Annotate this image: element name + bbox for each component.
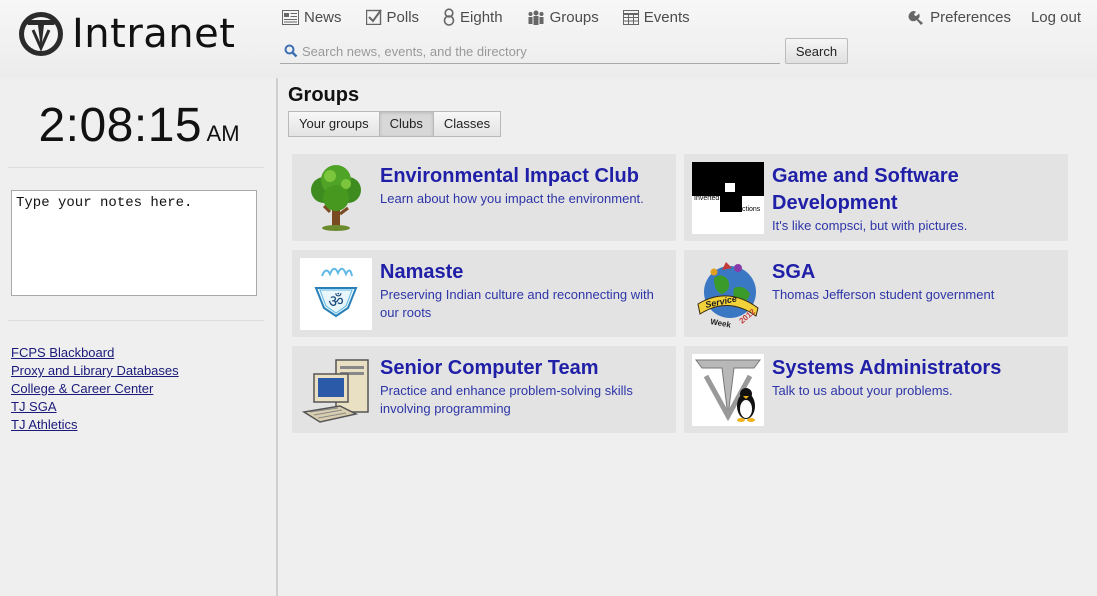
group-title[interactable]: Namaste [380, 259, 670, 286]
svg-text:ॐ: ॐ [328, 292, 344, 312]
logout-label: Log out [1030, 8, 1081, 26]
nav-polls[interactable]: Polls [365, 8, 420, 26]
groups-icon [528, 10, 544, 25]
tab-classes[interactable]: Classes [432, 111, 502, 137]
user-nav: Preferences Log out [888, 6, 1081, 28]
eighth-icon [443, 8, 455, 26]
sidebar-divider [8, 167, 264, 168]
group-card[interactable]: Systems Administrators Talk to us about … [684, 346, 1068, 433]
group-card[interactable]: Service Week 2012 SGA Thomas Jefferson s… [684, 250, 1068, 337]
search-bar [280, 40, 780, 64]
clock-time: 2:08:15 [38, 99, 203, 152]
group-image: Service Week 2012 [692, 258, 764, 330]
nav-groups[interactable]: Groups [527, 9, 599, 26]
group-title[interactable]: SGA [772, 259, 1062, 286]
wrench-icon [908, 10, 924, 25]
group-image [692, 354, 764, 426]
sidebar-divider [8, 320, 264, 321]
logo-text: Intranet [72, 11, 236, 57]
group-description: Talk to us about your problems. [772, 383, 953, 398]
tux-logo-icon [695, 359, 761, 422]
search-input[interactable] [280, 40, 780, 62]
group-image: Inverted roductions [692, 162, 764, 234]
clock: 2:08:15 AM [0, 98, 278, 153]
main-content: Groups Your groups Clubs Classes Environ… [280, 78, 1097, 596]
tab-clubs[interactable]: Clubs [378, 111, 434, 137]
group-description: Learn about how you impact the environme… [380, 191, 644, 206]
group-image [300, 162, 372, 234]
service-week-globe-icon: Service Week 2012 [697, 262, 759, 330]
nav-groups-label: Groups [549, 8, 599, 26]
tree-icon [311, 165, 361, 231]
nav-events-label: Events [643, 8, 690, 26]
group-card[interactable]: Inverted roductions Game and Software De… [684, 154, 1068, 241]
link-proxy-library[interactable]: Proxy and Library Databases [11, 362, 179, 380]
preferences-label: Preferences [930, 8, 1011, 26]
group-tabs: Your groups Clubs Classes [288, 111, 502, 137]
polls-icon [365, 9, 382, 25]
link-tj-athletics[interactable]: TJ Athletics [11, 416, 179, 434]
link-tj-sga[interactable]: TJ SGA [11, 398, 179, 416]
events-icon [622, 9, 639, 25]
sidebar: 2:08:15 AM Type your notes here. FCPS Bl… [0, 78, 278, 596]
clock-ampm: AM [206, 121, 240, 146]
inverted-productions-logo: Inverted roductions [692, 162, 764, 213]
om-icon: ॐ [314, 267, 358, 318]
nav-eighth[interactable]: Eighth [443, 8, 503, 26]
group-card[interactable]: ॐ Namaste Preserving Indian culture and … [292, 250, 676, 337]
group-image: ॐ [300, 258, 372, 330]
sidebar-links: FCPS Blackboard Proxy and Library Databa… [11, 344, 179, 434]
link-college-career[interactable]: College & Career Center [11, 380, 179, 398]
logo-text-inverted: Inverted [694, 195, 719, 202]
group-description: Practice and enhance problem-solving ski… [380, 383, 633, 416]
logo-text-week: Week [710, 317, 733, 330]
preferences-link[interactable]: Preferences [908, 9, 1011, 26]
header: Intranet News Polls Eighth Groups Events… [0, 0, 1097, 78]
group-card[interactable]: Environmental Impact Club Learn about ho… [292, 154, 676, 241]
page-title: Groups [288, 84, 360, 106]
notes-textarea[interactable]: Type your notes here. [11, 190, 257, 296]
main-nav: News Polls Eighth Groups Events [282, 6, 714, 28]
search-button[interactable]: Search [785, 38, 848, 64]
group-card[interactable]: Senior Computer Team Practice and enhanc… [292, 346, 676, 433]
group-title[interactable]: Systems Administrators [772, 355, 1062, 382]
group-description: Preserving Indian culture and reconnecti… [380, 287, 654, 320]
group-title[interactable]: Environmental Impact Club [380, 163, 670, 190]
tab-your-groups[interactable]: Your groups [288, 111, 380, 137]
nav-events[interactable]: Events [622, 8, 690, 26]
news-icon [282, 9, 299, 25]
nav-news[interactable]: News [282, 9, 342, 26]
nav-polls-label: Polls [386, 8, 420, 26]
group-image [300, 354, 372, 426]
computer-icon [301, 359, 369, 423]
tj-logo-icon [19, 12, 63, 56]
nav-eighth-label: Eighth [460, 8, 503, 26]
group-description: Thomas Jefferson student government [772, 287, 995, 302]
group-title[interactable]: Game and Software Development [772, 163, 1062, 217]
intranet-logo[interactable]: Intranet [16, 10, 235, 58]
logout-link[interactable]: Log out [1031, 9, 1081, 26]
search-icon [284, 44, 298, 58]
group-title[interactable]: Senior Computer Team [380, 355, 670, 382]
logo-text-productions: roductions [728, 206, 761, 213]
group-description: It's like compsci, but with pictures. [772, 218, 968, 233]
nav-news-label: News [304, 8, 342, 26]
link-fcps-blackboard[interactable]: FCPS Blackboard [11, 344, 179, 362]
